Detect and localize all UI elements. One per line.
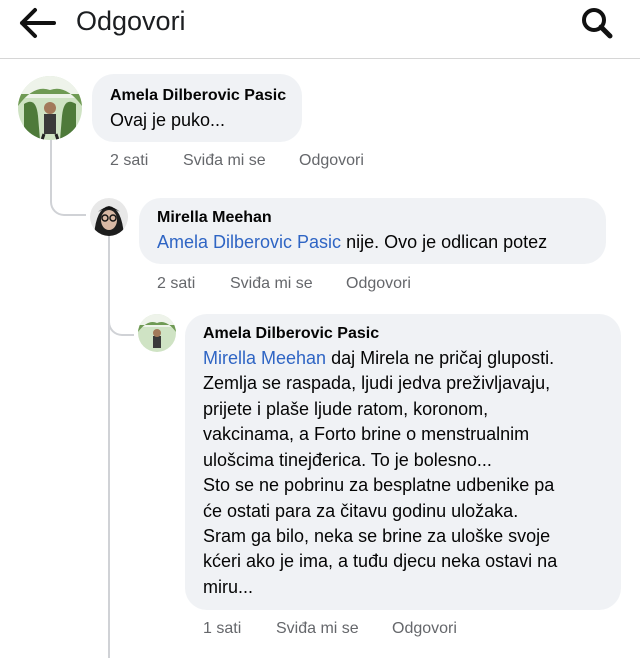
comment-text-line: Sto se ne pobrinu za besplatne udbenike … xyxy=(203,475,555,495)
comment-text-rest: nije. Ovo je odlican potez xyxy=(341,232,548,252)
thread-connector xyxy=(108,258,134,336)
top-bar: Odgovori xyxy=(0,0,640,59)
reply-button[interactable]: Odgovori xyxy=(392,620,457,638)
avatar[interactable] xyxy=(90,198,128,236)
comment-text-line: vakcinama, a Forto brine o menstrualnim xyxy=(203,424,530,444)
comment-author[interactable]: Mirella Meehan xyxy=(157,209,272,227)
like-button[interactable]: Sviđa mi se xyxy=(276,620,359,638)
comment-actions: 2 sati Sviđa mi se Odgovori xyxy=(157,275,457,297)
comment-text-line: ulošcima tinejđerica. To je bolesno... xyxy=(203,450,492,470)
comment-text-line: prijete i plaše ljude ratom, koronom, xyxy=(203,399,489,419)
back-button[interactable] xyxy=(14,4,64,42)
arrow-left-icon xyxy=(20,8,56,38)
search-icon xyxy=(582,8,613,39)
comment-actions: 2 sati Sviđa mi se Odgovori xyxy=(110,152,410,174)
comment-text: Ovaj je puko... xyxy=(110,110,226,130)
comment-time: 2 sati xyxy=(157,275,196,292)
comment-text: Mirella Meehan daj Mirela ne pričaj glup… xyxy=(203,346,554,371)
avatar[interactable] xyxy=(18,76,82,140)
avatar-photo-icon xyxy=(90,198,128,236)
comment-text-line: kćeri ako je ima, a tuđu djecu neka osta… xyxy=(203,551,558,571)
avatar[interactable] xyxy=(138,314,176,352)
mention-link[interactable]: Amela Dilberovic Pasic xyxy=(157,232,341,252)
avatar-photo-icon xyxy=(138,314,176,352)
search-button[interactable] xyxy=(578,4,616,42)
like-button[interactable]: Sviđa mi se xyxy=(230,275,313,293)
thread-connector xyxy=(50,138,86,216)
comment-time: 2 sati xyxy=(110,152,149,169)
comment-author[interactable]: Amela Dilberovic Pasic xyxy=(203,325,379,343)
comment-text-line: Zemlja se raspada, ljudi jedva preživlja… xyxy=(203,373,551,393)
like-button[interactable]: Sviđa mi se xyxy=(183,152,266,170)
comment-author[interactable]: Amela Dilberovic Pasic xyxy=(110,87,286,105)
reply-button[interactable]: Odgovori xyxy=(299,152,364,170)
comment-text-rest: daj Mirela ne pričaj gluposti. xyxy=(326,348,555,368)
avatar-photo-icon xyxy=(18,76,82,140)
comment-text-line: miru... xyxy=(203,577,254,597)
comment-time: 1 sati xyxy=(203,620,242,637)
comment-text-line: će ostati para za čitavu godinu uložaka. xyxy=(203,501,519,521)
comment-text: Amela Dilberovic Pasic nije. Ovo je odli… xyxy=(157,230,547,255)
comment-text-line: Sram ga bilo, neka se brine za uloške sv… xyxy=(203,526,551,546)
reply-button[interactable]: Odgovori xyxy=(346,275,411,293)
page-title: Odgovori xyxy=(76,6,186,36)
comment-actions: 1 sati Sviđa mi se Odgovori xyxy=(203,620,503,642)
mention-link[interactable]: Mirella Meehan xyxy=(203,348,326,368)
